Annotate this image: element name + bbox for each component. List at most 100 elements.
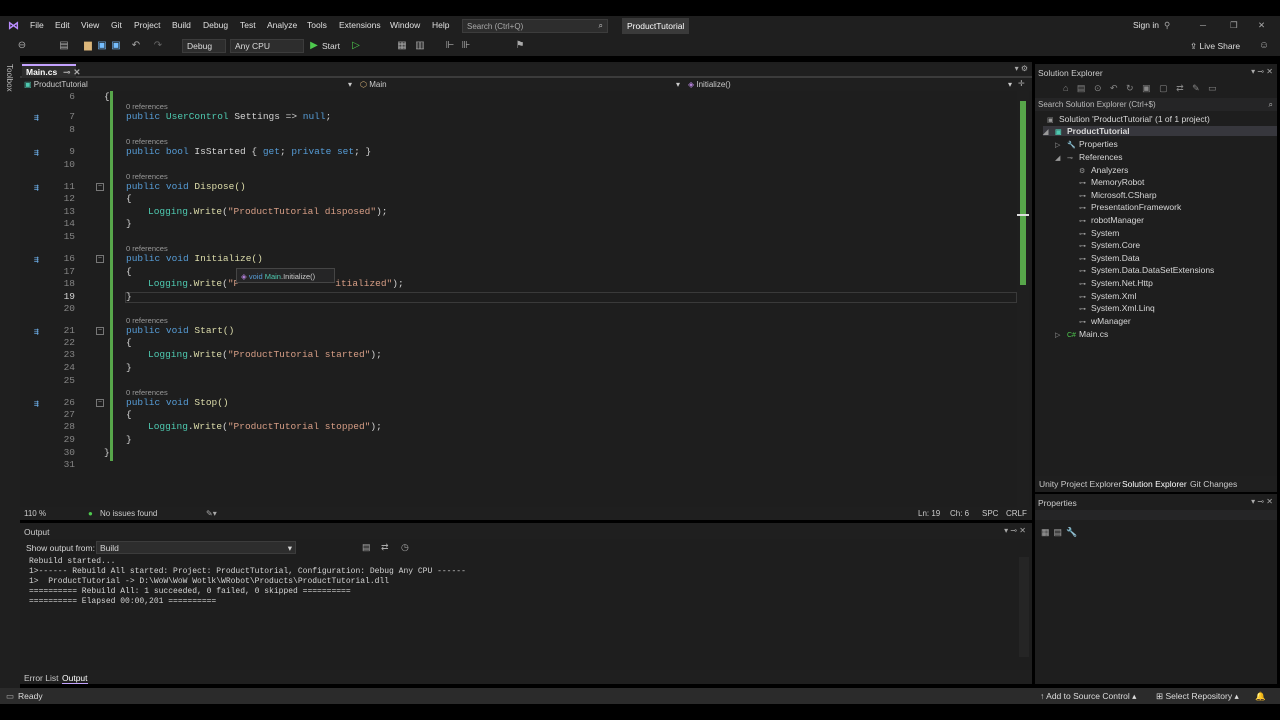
start-button[interactable]: Start <box>322 41 340 51</box>
source-control-button[interactable]: ↑ Add to Source Control ▴ <box>1040 691 1136 702</box>
reference-item[interactable]: ⊶ MemoryRobot <box>1079 177 1144 187</box>
tab-close-icon[interactable]: ✕ <box>73 67 80 77</box>
output-scrollbar[interactable] <box>1019 557 1029 657</box>
account-icon[interactable]: ⚲ <box>1164 20 1170 31</box>
collapse-icon[interactable]: − <box>96 183 104 191</box>
method-marker-icon[interactable]: ⇶ <box>34 327 46 337</box>
menu-edit[interactable]: Edit <box>55 20 70 30</box>
codelens-references[interactable]: 0 references <box>126 244 168 253</box>
solution-node[interactable]: ▣ Solution 'ProductTutorial' (1 of 1 proj… <box>1047 114 1210 124</box>
method-marker-icon[interactable]: ⇶ <box>34 399 46 409</box>
properties-object-select[interactable] <box>1035 510 1277 520</box>
menu-tools[interactable]: Tools <box>307 20 327 30</box>
collapse-icon[interactable]: − <box>96 327 104 335</box>
method-marker-icon[interactable]: ⇶ <box>34 113 46 123</box>
config-dropdown[interactable]: Debug <box>182 39 226 53</box>
method-marker-icon[interactable]: ⇶ <box>34 148 46 158</box>
output-source-select[interactable]: Build ▾ <box>96 541 296 554</box>
menu-extensions[interactable]: Extensions <box>339 20 381 30</box>
nav-project-dropdown[interactable]: ▣ ProductTutorial ▾ <box>20 79 354 91</box>
column-indicator[interactable]: Ch: 6 <box>950 509 969 518</box>
panel-controls-icon[interactable]: ▾ ⊸ ✕ <box>1251 497 1273 506</box>
panel-controls-icon[interactable]: ▾ ⊸ ✕ <box>1251 67 1273 76</box>
issues-status[interactable]: No issues found <box>100 509 157 518</box>
menu-build[interactable]: Build <box>172 20 191 30</box>
nav-class-dropdown[interactable]: ⬡ Main ▾ <box>356 79 682 91</box>
close-icon[interactable]: ✕ <box>1258 20 1265 31</box>
menu-git[interactable]: Git <box>111 20 122 30</box>
clear-output-icon[interactable]: ▤ <box>362 542 371 553</box>
menu-test[interactable]: Test <box>240 20 256 30</box>
reference-item[interactable]: ⊶ Microsoft.CSharp <box>1079 190 1157 200</box>
menu-view[interactable]: View <box>81 20 99 30</box>
file-node-main-cs[interactable]: ▷ C# Main.cs <box>1055 329 1108 339</box>
whitespace-indicator[interactable]: SPC <box>982 509 998 518</box>
method-marker-icon[interactable]: ⇶ <box>34 183 46 193</box>
format-icon[interactable]: ⊪ <box>460 40 472 52</box>
code-editor[interactable]: 6 7 8 9 10 11 12 13 14 15 16 17 18 19 20… <box>20 91 1017 507</box>
menu-window[interactable]: Window <box>390 20 420 30</box>
menu-file[interactable]: File <box>30 20 44 30</box>
feedback-icon[interactable]: ☺ <box>1258 40 1270 52</box>
word-wrap-icon[interactable]: ⇄ <box>381 542 389 553</box>
tab-output[interactable]: Output <box>62 673 88 684</box>
tab-git-changes[interactable]: Git Changes <box>1190 479 1237 489</box>
menu-project[interactable]: Project <box>134 20 160 30</box>
split-editor-icon[interactable]: ✛ <box>1018 79 1025 88</box>
project-node[interactable]: ◢ ▣ ProductTutorial <box>1043 126 1277 136</box>
browser-link-icon[interactable]: ▦ <box>396 40 408 52</box>
reference-item[interactable]: ⊶ System.Data <box>1079 253 1140 263</box>
menu-help[interactable]: Help <box>432 20 449 30</box>
clock-icon[interactable]: ◷ <box>401 542 409 553</box>
reference-item[interactable]: ⊶ System.Xml.Linq <box>1079 303 1155 313</box>
tab-error-list[interactable]: Error List <box>24 673 58 683</box>
zoom-level[interactable]: 110 % <box>24 509 46 518</box>
start-icon[interactable]: ▶ <box>308 40 320 52</box>
redo-icon[interactable]: ↷ <box>152 40 164 52</box>
open-folder-icon[interactable]: ▆ <box>82 40 94 52</box>
pin-icon[interactable]: ⊸ <box>63 67 70 77</box>
search-input[interactable]: Search (Ctrl+Q) ⌕ <box>462 19 608 33</box>
editor-scrollbar[interactable] <box>1017 91 1029 507</box>
line-indicator[interactable]: Ln: 19 <box>918 509 940 518</box>
select-repository-button[interactable]: ⊞ Select Repository ▴ <box>1156 691 1239 702</box>
method-marker-icon[interactable]: ⇶ <box>34 255 46 265</box>
properties-toolbar-icons[interactable]: ▦▤🔧 <box>1041 527 1081 538</box>
reference-item[interactable]: ⚙ Analyzers <box>1079 165 1128 175</box>
bookmark-icon[interactable]: ⚑ <box>514 40 526 52</box>
reference-item[interactable]: ⊶ System.Core <box>1079 240 1140 250</box>
nav-member-dropdown[interactable]: ◈ Initialize() ▾ <box>684 79 1014 91</box>
solution-search-input[interactable]: Search Solution Explorer (Ctrl+$) ⌕ <box>1035 98 1277 111</box>
maximize-icon[interactable]: ❐ <box>1230 20 1238 31</box>
save-icon[interactable]: ▣ <box>96 40 108 52</box>
hot-reload-icon[interactable]: ▥ <box>414 40 426 52</box>
collapse-icon[interactable]: − <box>96 255 104 263</box>
live-share-button[interactable]: ⇪ Live Share <box>1190 41 1240 52</box>
reference-item[interactable]: ⊶ System.Data.DataSetExtensions <box>1079 265 1214 275</box>
new-item-icon[interactable]: ▤ <box>58 40 70 52</box>
reference-item[interactable]: ⊶ wManager <box>1079 316 1131 326</box>
references-node[interactable]: ◢ ⊸ References <box>1055 152 1122 162</box>
back-icon[interactable]: ⊖ <box>16 40 28 52</box>
codelens-references[interactable]: 0 references <box>126 137 168 146</box>
reference-item[interactable]: ⊶ System.Xml <box>1079 291 1136 301</box>
notifications-icon[interactable]: 🔔 <box>1255 691 1266 702</box>
reference-item[interactable]: ⊶ robotManager <box>1079 215 1144 225</box>
minimize-icon[interactable]: ─ <box>1200 20 1206 30</box>
platform-dropdown[interactable]: Any CPU <box>230 39 304 53</box>
reference-item[interactable]: ⊶ System <box>1079 228 1119 238</box>
save-all-icon[interactable]: ▣ <box>110 40 122 52</box>
tab-solution-explorer[interactable]: Solution Explorer <box>1122 479 1187 489</box>
tab-unity-project-explorer[interactable]: Unity Project Explorer <box>1039 479 1121 489</box>
codelens-references[interactable]: 0 references <box>126 102 168 111</box>
tab-main-cs[interactable]: Main.cs ⊸ ✕ <box>22 64 80 78</box>
tab-options-icon[interactable]: ▾ ⚙ <box>1015 64 1028 73</box>
reference-item[interactable]: ⊶ System.Net.Http <box>1079 278 1153 288</box>
undo-icon[interactable]: ↶ <box>130 40 142 52</box>
brush-icon[interactable]: ✎▾ <box>206 509 217 518</box>
vs-logo-icon[interactable]: ⋈ <box>8 20 22 32</box>
collapse-icon[interactable]: − <box>96 399 104 407</box>
codelens-references[interactable]: 0 references <box>126 388 168 397</box>
menu-analyze[interactable]: Analyze <box>267 20 297 30</box>
reference-item[interactable]: ⊶ PresentationFramework <box>1079 202 1181 212</box>
